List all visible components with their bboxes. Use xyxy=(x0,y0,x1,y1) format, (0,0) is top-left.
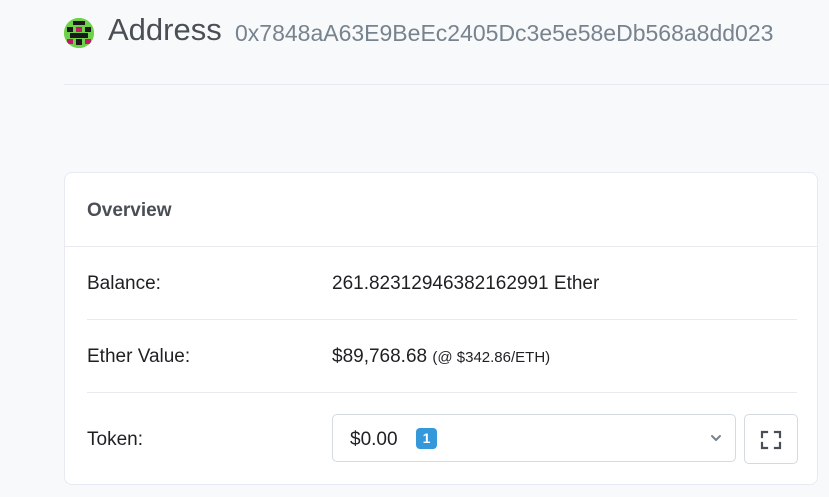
overview-title: Overview xyxy=(87,200,172,221)
overview-card-header: Overview xyxy=(65,173,817,247)
token-count-badge: 1 xyxy=(416,428,437,449)
page-title: Address xyxy=(108,12,222,47)
token-label: Token: xyxy=(87,429,143,450)
address-header: Address 0x7848aA63E9BeEc2405Dc3e5e58eDb5… xyxy=(64,0,829,85)
chevron-down-icon xyxy=(711,435,721,441)
identicon-icon xyxy=(64,18,94,48)
overview-card: Overview Balance: 261.82312946382162991 … xyxy=(64,172,818,485)
balance-value: 261.82312946382162991 Ether xyxy=(332,273,600,294)
ether-value-amount: $89,768.68 xyxy=(332,346,428,367)
ether-value-label: Ether Value: xyxy=(87,346,191,367)
address-hash[interactable]: 0x7848aA63E9BeEc2405Dc3e5e58eDb568a8dd02… xyxy=(235,20,773,47)
expand-token-button[interactable] xyxy=(744,414,798,464)
ether-value: $89,768.68 (@ $342.86/ETH) xyxy=(332,346,550,368)
row-divider xyxy=(87,319,797,320)
expand-icon xyxy=(760,430,782,450)
balance-label: Balance: xyxy=(87,273,161,294)
identicon-avatar xyxy=(64,18,94,48)
token-amount: $0.00 xyxy=(350,429,398,450)
token-dropdown[interactable]: $0.00 1 xyxy=(332,414,736,462)
ether-price-rate: (@ $342.86/ETH) xyxy=(432,349,551,366)
row-divider xyxy=(87,392,797,393)
